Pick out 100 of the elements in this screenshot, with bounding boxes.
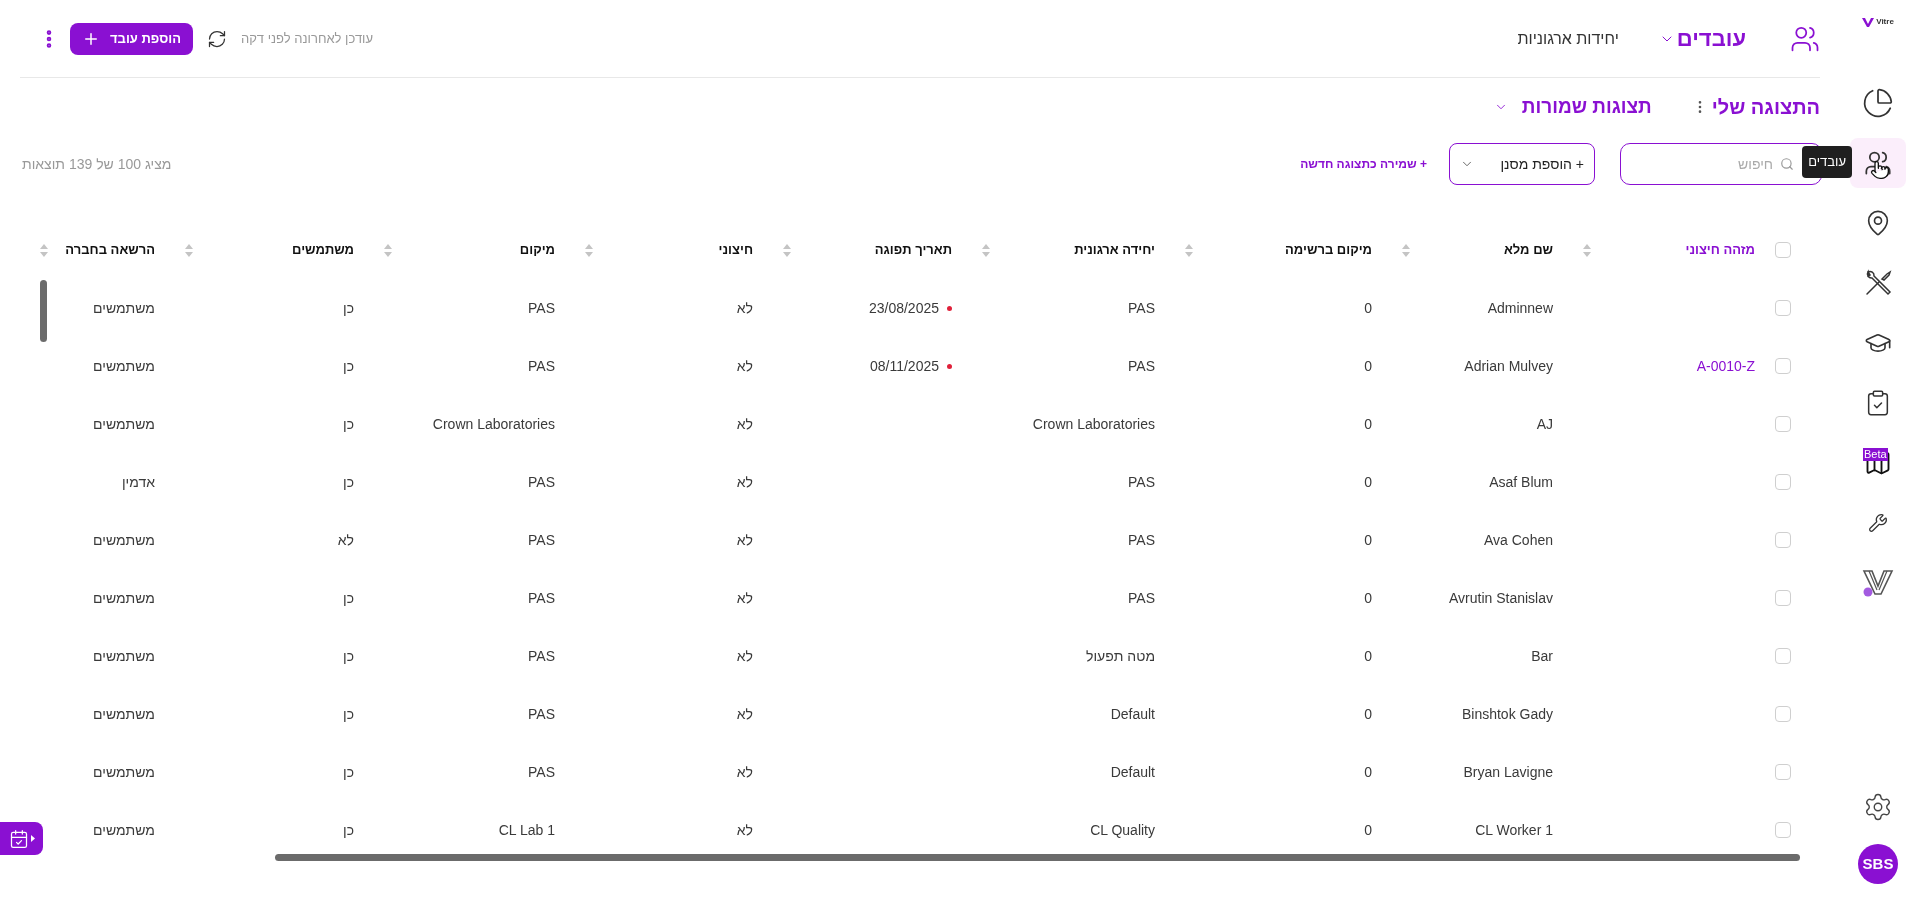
table-cell-text: משתמשים xyxy=(93,356,155,376)
v-logo-icon xyxy=(1862,568,1894,598)
sort-icon[interactable] xyxy=(40,243,48,257)
table-cell-text: CL Worker 1 xyxy=(1475,820,1553,840)
checkbox[interactable] xyxy=(1774,358,1791,374)
checkbox[interactable] xyxy=(1774,242,1791,258)
column-header[interactable]: חיצוני xyxy=(718,240,753,260)
table-cell-text: לא xyxy=(736,414,753,434)
table-cell-text: PAS xyxy=(528,356,555,376)
table-cell-text: PAS xyxy=(1128,298,1155,318)
table-cell-text: PAS xyxy=(1128,530,1155,550)
sidebar-item[interactable] xyxy=(1850,138,1906,188)
table-cell-text: PAS xyxy=(528,646,555,666)
table-cell-text: Ava Cohen xyxy=(1484,530,1553,550)
table-cell-text: אדמין xyxy=(121,472,155,492)
settings-icon[interactable] xyxy=(1863,792,1893,822)
column-header[interactable]: מיקום ברשימה xyxy=(1285,240,1372,260)
checkbox[interactable] xyxy=(1774,590,1791,606)
logo-text: Vitre xyxy=(1876,16,1894,28)
caret-icon xyxy=(30,835,35,842)
column-header[interactable]: שם מלא xyxy=(1503,240,1553,260)
table-cell-text: משתמשים xyxy=(93,646,155,666)
table-cell-text: כן xyxy=(343,472,354,492)
tooltip: עובדים xyxy=(1802,146,1852,178)
column-header[interactable]: הרשאה בחברה xyxy=(65,240,155,260)
refresh-icon[interactable] xyxy=(206,28,227,49)
table-cell-text: לא xyxy=(736,704,753,724)
user-avatar[interactable]: SBS xyxy=(1858,844,1898,884)
table-cell-text: 0 xyxy=(1364,472,1372,492)
checkbox[interactable] xyxy=(1774,474,1791,490)
table-cell-text: משתמשים xyxy=(93,704,155,724)
table-cell-text: PAS xyxy=(528,530,555,550)
checkbox[interactable] xyxy=(1774,532,1791,548)
table-cell-text: לא xyxy=(337,530,354,550)
sort-icon[interactable] xyxy=(185,243,193,257)
table-cell-text: לא xyxy=(736,646,753,666)
sort-icon[interactable] xyxy=(585,243,593,257)
table-cell-text: כן xyxy=(343,298,354,318)
calendar-icon xyxy=(8,828,29,849)
pie-chart-icon xyxy=(1862,87,1894,119)
checkbox[interactable] xyxy=(1774,300,1791,316)
tools-icon xyxy=(1863,268,1893,298)
column-header[interactable]: משתמשים xyxy=(292,240,354,260)
table-cell-text: משתמשים xyxy=(93,414,155,434)
table-cell-text: 23/08/2025 xyxy=(868,298,939,318)
table-cell-text: 0 xyxy=(1364,414,1372,434)
table-cell-text: Crown Laboratories xyxy=(1032,414,1155,434)
table-cell-text: Asaf Blum xyxy=(1489,472,1553,492)
table-cell-text: לא xyxy=(736,762,753,782)
table-cell-text: 0 xyxy=(1364,356,1372,376)
table-cell-text: PAS xyxy=(528,762,555,782)
header-tab[interactable]: יחידות ארגוניות xyxy=(1517,26,1619,51)
wrench-icon xyxy=(1868,513,1888,533)
table-cell-text: 0 xyxy=(1364,588,1372,608)
table-cell-text: לא xyxy=(736,588,753,608)
sort-icon[interactable] xyxy=(384,243,392,257)
column-header[interactable]: מזהה חיצוני xyxy=(1685,240,1755,260)
id-link[interactable]: A-0010-Z xyxy=(1696,355,1755,377)
table-cell-text: Default xyxy=(1110,762,1155,782)
table-cell-text: AJ xyxy=(1536,414,1553,434)
column-header[interactable]: תאריך תפוגה xyxy=(874,240,952,260)
table-cell-text: CL Quality xyxy=(1090,820,1155,840)
table-cell-text: לא xyxy=(736,356,753,376)
column-header[interactable]: מיקום xyxy=(519,240,555,260)
table-cell-text: משתמשים xyxy=(93,298,155,318)
table-cell-text: משתמשים xyxy=(93,820,155,840)
save-view-link[interactable]: + שמירה כתצוגה חדשה xyxy=(1300,155,1427,173)
sidebar-item[interactable]: Beta xyxy=(1850,438,1906,488)
checkbox[interactable] xyxy=(1774,706,1791,722)
table-cell-text: כן xyxy=(343,646,354,666)
calendar-tab[interactable] xyxy=(0,822,43,855)
table-cell-text: 08/11/2025 xyxy=(869,356,939,376)
add-employee-button[interactable]: הוספת עובד xyxy=(70,22,193,55)
column-header[interactable]: יחידה ארגונית xyxy=(1074,240,1155,260)
table-cell-text: משתמשים xyxy=(93,530,155,550)
checkbox[interactable] xyxy=(1774,764,1791,780)
table-cell-text: PAS xyxy=(1128,588,1155,608)
checkbox[interactable] xyxy=(1774,648,1791,664)
sort-icon[interactable] xyxy=(1583,243,1591,257)
logo-icon xyxy=(1862,17,1875,27)
sort-icon[interactable] xyxy=(1185,243,1193,257)
header-tab[interactable]: עובדים xyxy=(1658,22,1746,55)
table-cell-text: Adminnew xyxy=(1487,298,1553,318)
sort-icon[interactable] xyxy=(783,243,791,257)
table-cell-text: לא xyxy=(736,472,753,492)
table-cell-text: לא xyxy=(736,530,753,550)
checkbox[interactable] xyxy=(1774,416,1791,432)
add-filter-dropdown[interactable]: + הוספת מסנן xyxy=(1449,143,1595,185)
checkbox[interactable] xyxy=(1774,822,1791,838)
sort-icon[interactable] xyxy=(982,243,990,257)
results-count: מציג 100 של 139 תוצאות xyxy=(22,154,172,174)
saved-views-dropdown[interactable]: תצוגות שמורות xyxy=(1493,92,1652,122)
horizontal-scrollbar[interactable] xyxy=(275,854,1800,861)
table-cell-text: PAS xyxy=(528,704,555,724)
table-cell-text: כן xyxy=(343,588,354,608)
table-cell-text: Binshtok Gady xyxy=(1461,704,1553,724)
current-view-title: התצוגה שלי xyxy=(1711,95,1820,120)
vertical-scrollbar[interactable] xyxy=(40,280,47,342)
sort-icon[interactable] xyxy=(1402,243,1410,257)
table-cell-text: Bar xyxy=(1531,646,1553,666)
